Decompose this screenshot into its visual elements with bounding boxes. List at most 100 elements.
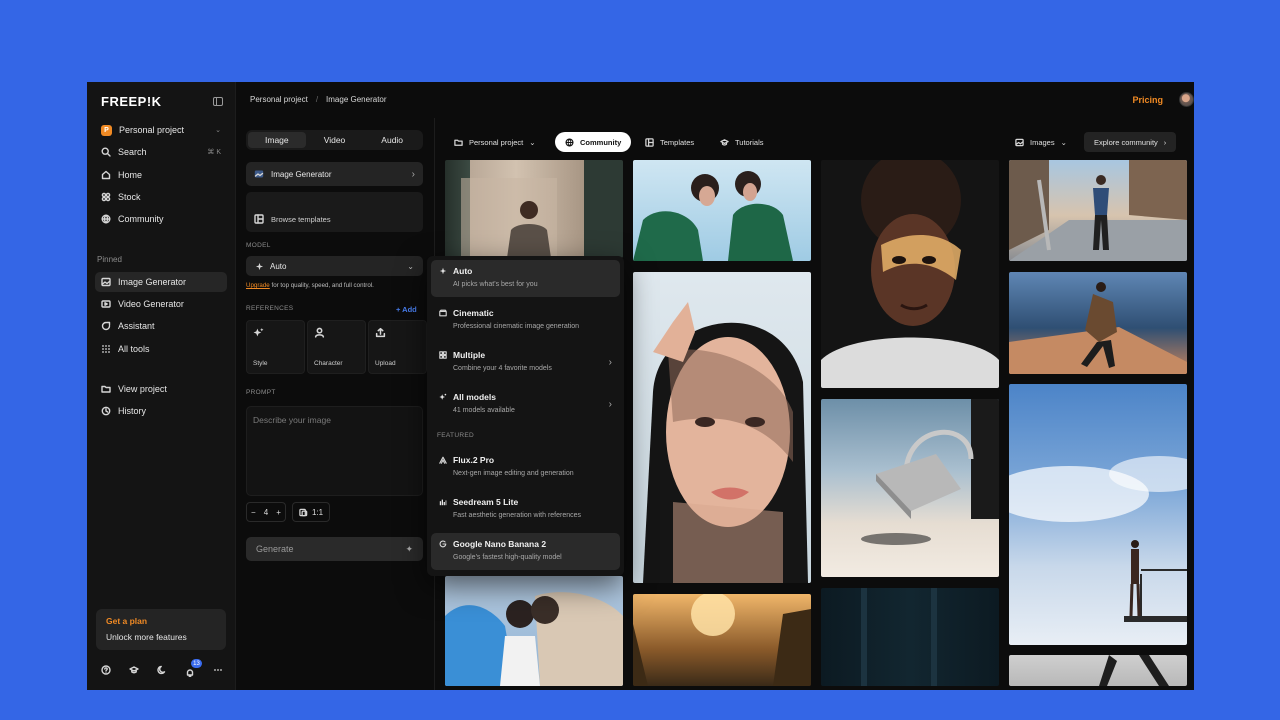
tab-tutorials[interactable]: Tutorials — [720, 132, 763, 152]
sidebar-item-community[interactable]: Community — [95, 209, 227, 229]
upload-icon — [375, 327, 386, 338]
sidebar-item-stock[interactable]: Stock — [95, 187, 227, 207]
grid-dots-icon — [102, 345, 110, 353]
chevron-down-icon: ⌄ — [215, 127, 221, 134]
model-option-label: Flux.2 Pro — [453, 455, 495, 465]
generate-button[interactable]: Generate ✦ — [246, 537, 423, 561]
sidebar-item-history[interactable]: History — [95, 401, 227, 421]
model-option-google-nano-banana-2[interactable]: Google Nano Banana 2 Google's fastest hi… — [431, 533, 620, 570]
browse-templates-button[interactable]: Browse templates — [246, 192, 423, 232]
couple-kissing-photo — [445, 592, 623, 686]
sparkle-icon — [439, 267, 447, 275]
minus-icon[interactable]: − — [251, 508, 256, 517]
notifications[interactable]: 13 — [185, 659, 202, 677]
sidebar-item-label: Assistant — [118, 321, 155, 331]
model-option-all-models[interactable]: All models 41 models available › — [431, 386, 620, 423]
home-icon — [101, 170, 111, 180]
chevron-down-icon: ⌄ — [529, 137, 536, 147]
model-option-auto[interactable]: Auto AI picks what's best for you — [431, 260, 620, 297]
woman-face-shadow-photo — [643, 302, 808, 583]
gallery-image-12[interactable] — [1009, 655, 1187, 686]
moon-icon[interactable] — [157, 665, 167, 675]
video-icon — [101, 300, 111, 308]
gallery-image-8[interactable] — [1009, 272, 1187, 374]
templates-icon — [645, 137, 654, 147]
sparkles-icon — [439, 393, 447, 400]
gallery-image-6[interactable] — [633, 272, 811, 583]
sparkle-icon: ✦ — [405, 543, 413, 554]
prompt-textarea[interactable]: Describe your image — [246, 406, 423, 496]
tab-community[interactable]: Community — [555, 132, 632, 152]
project-switcher[interactable]: P Personal project ⌄ — [95, 120, 227, 140]
plus-icon[interactable]: + — [276, 508, 281, 517]
sidebar-item-label: History — [118, 406, 147, 416]
model-option-flux-2-pro[interactable]: Flux.2 Pro Next-gen image editing and ge… — [431, 449, 620, 486]
media-type-select[interactable]: Images ⌄ — [1015, 132, 1067, 152]
plan-title: Get a plan — [106, 616, 148, 626]
gallery-image-2[interactable] — [633, 160, 811, 261]
gallery-image-11[interactable] — [1009, 384, 1187, 645]
model-option-cinematic[interactable]: Cinematic Professional cinematic image g… — [431, 302, 620, 339]
prompt-label: PROMPT — [246, 389, 276, 396]
gallery-image-7[interactable] — [821, 399, 999, 577]
tab-audio[interactable]: Audio — [363, 132, 421, 148]
freepik-logo[interactable]: FREEP!K — [101, 94, 162, 109]
model-option-seedream-5-lite[interactable]: Seedream 5 Lite Fast aesthetic generatio… — [431, 491, 620, 528]
model-option-label: Seedream 5 Lite — [453, 497, 519, 507]
sidebar-item-image-generator[interactable]: Image Generator — [95, 272, 227, 292]
globe-icon — [565, 137, 574, 147]
image-icon — [101, 277, 111, 287]
add-reference-button[interactable]: + Add — [396, 305, 417, 314]
reference-character[interactable]: Character — [307, 320, 366, 374]
gallery-image-3[interactable] — [821, 160, 999, 388]
reference-label: Style — [253, 360, 268, 367]
app-window: FREEP!K P Personal project ⌄ Search ⌘ K … — [87, 82, 1194, 690]
girl-sunlit-portrait-photo — [821, 160, 999, 388]
graduation-cap-icon[interactable] — [129, 665, 139, 675]
person-icon — [314, 327, 325, 338]
model-option-description: Next-gen image editing and generation — [453, 470, 574, 477]
more-icon[interactable] — [213, 665, 223, 675]
sunset-trees-photo — [633, 594, 811, 686]
pricing-link[interactable]: Pricing — [1132, 95, 1163, 105]
reference-upload[interactable]: Upload — [368, 320, 427, 374]
flux-logo-icon — [439, 456, 447, 464]
sidebar-item-view-project[interactable]: View project — [95, 379, 227, 399]
sidebar-item-search[interactable]: Search ⌘ K — [95, 142, 227, 162]
clapperboard-icon — [439, 309, 447, 317]
avatar[interactable] — [1179, 92, 1194, 107]
tab-templates[interactable]: Templates — [645, 132, 694, 152]
model-option-description: 41 models available — [453, 407, 515, 414]
reference-style[interactable]: Style — [246, 320, 305, 374]
breadcrumb-page: Image Generator — [326, 95, 387, 104]
tool-selector[interactable]: Image Generator › — [246, 162, 423, 186]
sidebar-item-video-generator[interactable]: Video Generator — [95, 294, 227, 314]
browse-templates-label: Browse templates — [271, 215, 331, 224]
gallery-image-9[interactable] — [633, 594, 811, 686]
image-count-stepper[interactable]: − 4 + — [246, 502, 286, 522]
breadcrumb-project[interactable]: Personal project — [250, 95, 308, 104]
model-option-multiple[interactable]: Multiple Combine your 4 favorite models … — [431, 344, 620, 381]
gallery-image-4[interactable] — [1009, 160, 1187, 261]
sidebar-item-assistant[interactable]: Assistant — [95, 316, 227, 336]
reference-label: Character — [314, 360, 343, 367]
sidebar-item-all-tools[interactable]: All tools — [95, 339, 227, 359]
gallery-project-filter[interactable]: Personal project ⌄ — [454, 132, 536, 152]
aspect-ratio-button[interactable]: 1:1 — [292, 502, 330, 522]
collapse-sidebar-icon[interactable] — [213, 96, 223, 106]
explore-community-button[interactable]: Explore community › — [1084, 132, 1177, 152]
gallery-image-5[interactable] — [445, 576, 623, 686]
gallery-image-10[interactable] — [821, 588, 999, 686]
help-icon[interactable] — [101, 665, 111, 675]
sidebar-item-home[interactable]: Home — [95, 165, 227, 185]
model-option-title: Flux.2 Pro — [439, 455, 612, 465]
model-select[interactable]: Auto ⌄ — [246, 256, 423, 276]
upgrade-text: for top quality, speed, and full control… — [269, 282, 374, 289]
get-plan-card[interactable]: Get a plan Unlock more features — [96, 609, 226, 650]
gallery-image-1[interactable] — [445, 160, 623, 258]
gallery-toolbar: Personal project ⌄ Community Templates T… — [435, 118, 1194, 162]
tab-image[interactable]: Image — [248, 132, 306, 148]
tab-video[interactable]: Video — [306, 132, 364, 148]
sidebar: FREEP!K P Personal project ⌄ Search ⌘ K … — [87, 82, 236, 690]
upgrade-link[interactable]: Upgrade — [246, 282, 270, 289]
